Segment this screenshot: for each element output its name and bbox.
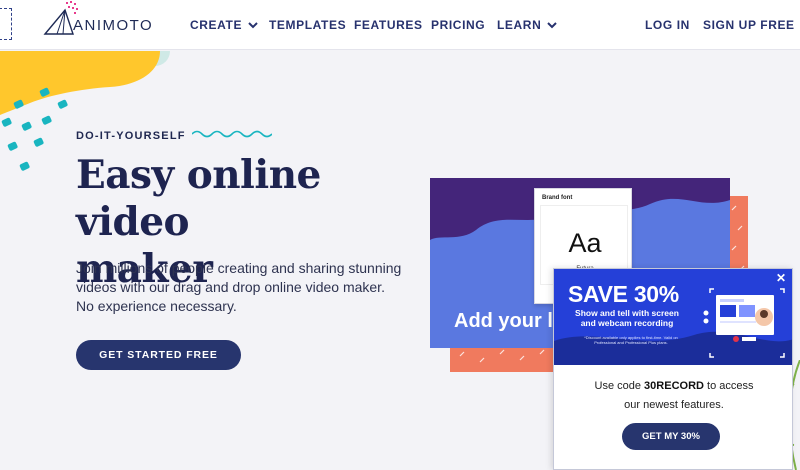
promo-subline: Show and tell with screen and webcam rec… <box>575 308 679 328</box>
promo-code: 30RECORD <box>644 380 704 392</box>
promo-fine-print: *Discount available only applies to firs… <box>584 335 678 345</box>
promo-message-line2: our newest features. <box>624 399 724 411</box>
promo-headline: SAVE 30% <box>568 281 679 307</box>
dashed-corner-decoration <box>0 8 12 40</box>
hero-eyebrow: DO-IT-YOURSELF <box>76 130 186 142</box>
nav-create[interactable]: CREATE <box>190 0 258 50</box>
font-sample-glyphs: Aa <box>568 228 602 258</box>
signup-link[interactable]: SIGN UP FREE <box>703 0 795 50</box>
nav-features-label: FEATURES <box>354 18 423 32</box>
site-header: ANIMOTO CREATE TEMPLATES FEATURES PRICIN… <box>0 0 800 50</box>
chevron-down-icon <box>248 22 258 29</box>
login-label: LOG IN <box>645 18 690 32</box>
close-icon[interactable]: ✕ <box>776 272 786 284</box>
promo-message: Use code 30RECORD to access our newest f… <box>554 377 792 415</box>
hero-description: Join millions of people creating and sha… <box>76 260 402 314</box>
nav-templates-label: TEMPLATES <box>269 18 347 32</box>
nav-learn-label: LEARN <box>497 18 542 32</box>
illustration-overlay-text: Add your l <box>454 310 553 332</box>
get-discount-button[interactable]: GET MY 30% <box>622 423 720 450</box>
hero-title-line1: Easy online video <box>76 152 321 245</box>
promo-message-prefix: Use code <box>594 380 641 392</box>
yellow-blob-shape <box>0 51 160 115</box>
nav-pricing[interactable]: PRICING <box>431 0 485 50</box>
nav-learn[interactable]: LEARN <box>497 0 558 50</box>
promo-message-suffix: to access <box>707 380 754 392</box>
brand-font-label: Brand font <box>542 195 573 201</box>
nav-templates[interactable]: TEMPLATES <box>269 0 346 50</box>
nav-pricing-label: PRICING <box>431 18 486 32</box>
squiggle-line-decoration <box>192 130 272 138</box>
login-link[interactable]: LOG IN <box>645 0 690 50</box>
logo-text: ANIMOTO <box>73 17 154 34</box>
signup-label: SIGN UP FREE <box>703 18 795 32</box>
nav-create-label: CREATE <box>190 18 243 32</box>
promo-banner: SAVE 30% Show and tell with screen and w… <box>554 269 792 365</box>
chevron-down-icon <box>547 22 558 29</box>
promo-popup: SAVE 30% Show and tell with screen and w… <box>553 268 793 470</box>
nav-features[interactable]: FEATURES <box>354 0 423 50</box>
get-started-button[interactable]: GET STARTED FREE <box>76 340 241 370</box>
